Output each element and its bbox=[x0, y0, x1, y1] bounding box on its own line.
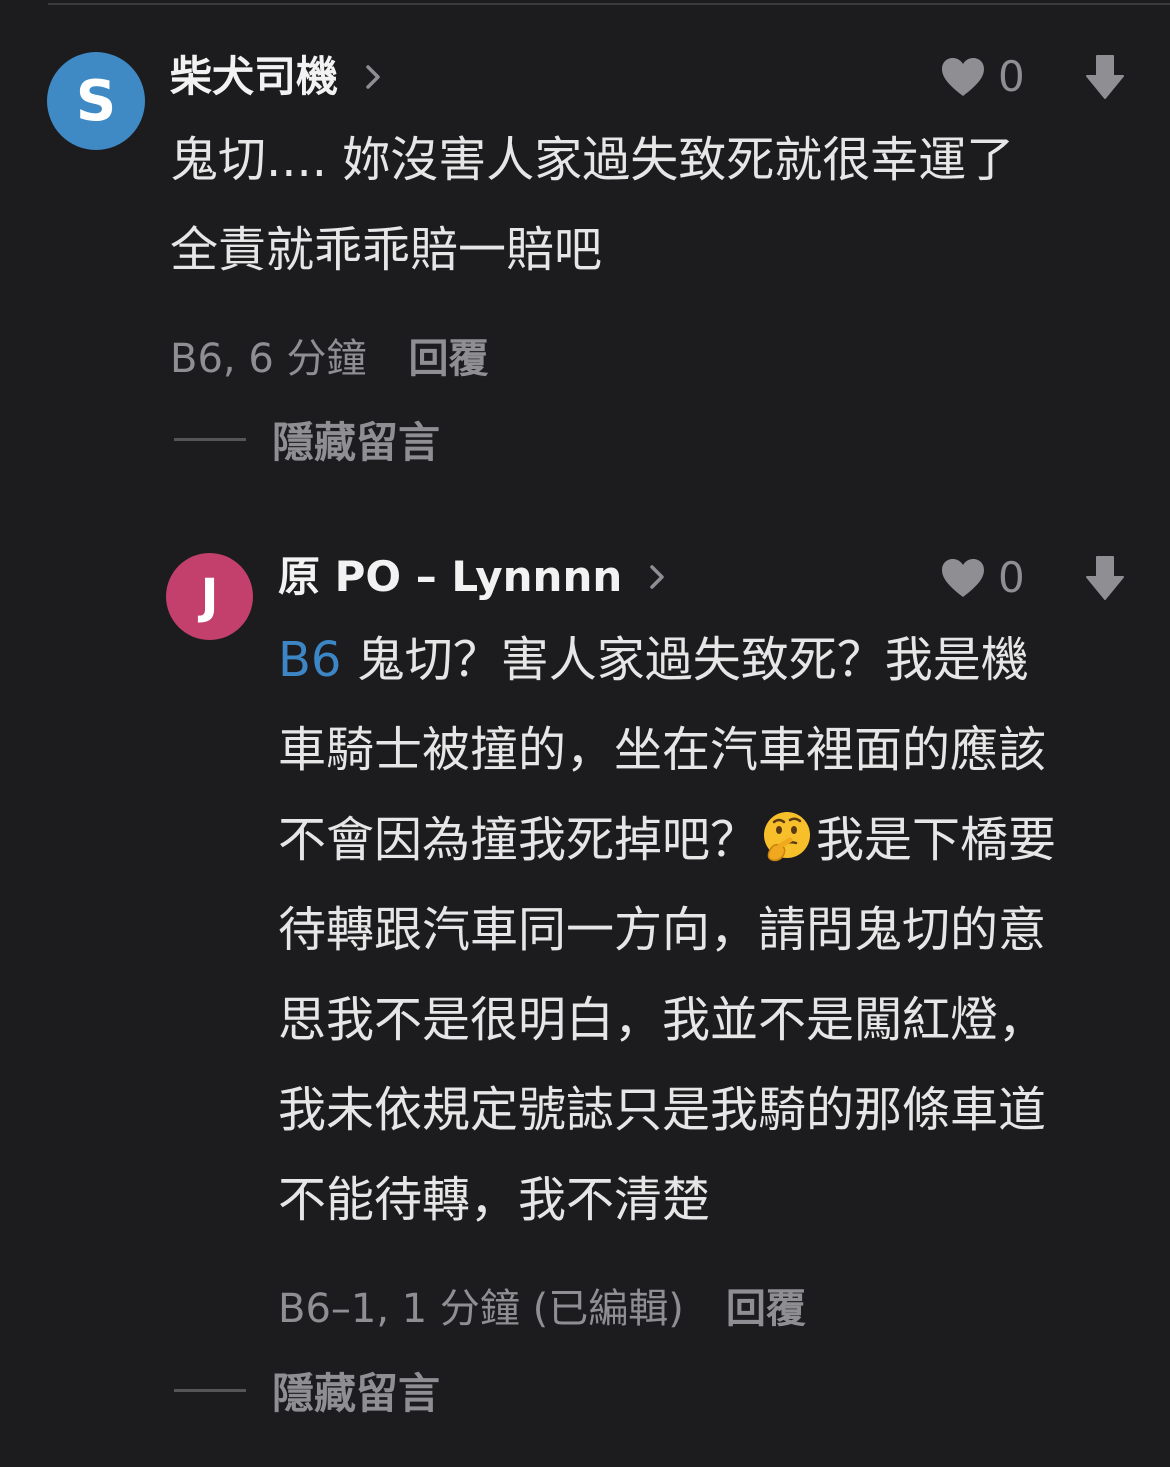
comment-content: B6 鬼切？害人家過失致死？我是機 車騎士被撞的，坐在汽車裡面的應該 不會因為撞… bbox=[278, 615, 1056, 1245]
hide-divider bbox=[174, 1388, 246, 1392]
hide-comment-label[interactable]: 隱藏留言 bbox=[272, 1360, 440, 1421]
username[interactable]: 柴犬司機 bbox=[170, 56, 338, 98]
comment-actions: 0 bbox=[940, 54, 1125, 100]
top-divider bbox=[48, 3, 1170, 5]
content-line: 我未依規定號誌只是我騎的那條車道 bbox=[278, 1082, 1047, 1138]
hide-comment-label[interactable]: 隱藏留言 bbox=[272, 409, 440, 470]
username[interactable]: 原 PO – Lynnnn bbox=[278, 556, 622, 598]
content-line: 不能待轉，我不清楚 bbox=[278, 1172, 711, 1228]
avatar[interactable]: S bbox=[47, 52, 145, 150]
hide-divider bbox=[174, 437, 246, 441]
reply-button[interactable]: 回覆 bbox=[408, 326, 488, 384]
content-text: 我是下橋要 bbox=[816, 812, 1057, 868]
like-count: 0 bbox=[998, 553, 1025, 602]
heart-icon[interactable] bbox=[940, 557, 986, 599]
comment-actions: 0 bbox=[940, 555, 1125, 601]
downvote-arrow-icon[interactable] bbox=[1085, 555, 1125, 601]
content-line: 待轉跟汽車同一方向，請問鬼切的意 bbox=[278, 902, 1047, 958]
content-line: 不會因為撞我死掉吧？ 我是下橋要 bbox=[278, 795, 1056, 885]
content-line: 鬼切.... 妳沒害人家過失致死就很幸運了 bbox=[170, 132, 1015, 188]
avatar-letter: J bbox=[200, 568, 219, 625]
username-row[interactable]: 柴犬司機 bbox=[170, 55, 380, 99]
comment-meta: B6–1, 1 分鐘 (已編輯) 回覆 bbox=[278, 1280, 806, 1332]
content-text: 不會因為撞我死掉吧？ bbox=[278, 812, 759, 868]
username-row[interactable]: 原 PO – Lynnnn bbox=[278, 555, 664, 599]
avatar[interactable]: J bbox=[166, 553, 253, 640]
chevron-right-icon[interactable] bbox=[366, 65, 380, 89]
thinking-face-icon bbox=[764, 812, 811, 862]
content-line: 車騎士被撞的，坐在汽車裡面的應該 bbox=[278, 722, 1047, 778]
content-text: 鬼切？害人家過失致死？我是機 bbox=[356, 632, 1029, 688]
like-button[interactable]: 0 bbox=[940, 557, 1025, 599]
chevron-right-icon[interactable] bbox=[650, 565, 664, 589]
content-line: 全責就乖乖賠一賠吧 bbox=[170, 222, 603, 278]
hide-comment-toggle[interactable]: 隱藏留言 bbox=[174, 414, 440, 467]
comment-meta: B6, 6 分鐘 回覆 bbox=[170, 330, 488, 382]
hide-comment-toggle[interactable]: 隱藏留言 bbox=[174, 1365, 440, 1418]
like-button[interactable]: 0 bbox=[940, 56, 1025, 98]
comment-content: 鬼切.... 妳沒害人家過失致死就很幸運了 全責就乖乖賠一賠吧 bbox=[170, 115, 1014, 295]
downvote-arrow-icon[interactable] bbox=[1085, 54, 1125, 100]
reply-button[interactable]: 回覆 bbox=[726, 1276, 806, 1334]
floor-mention-link[interactable]: B6 bbox=[278, 632, 341, 688]
avatar-letter: S bbox=[75, 68, 117, 134]
floor-and-time: B6–1, 1 分鐘 (已編輯) bbox=[278, 1286, 684, 1332]
like-count: 0 bbox=[998, 52, 1025, 101]
content-line: 思我不是很明白，我並不是闖紅燈， bbox=[278, 992, 1047, 1048]
heart-icon[interactable] bbox=[940, 56, 986, 98]
content-line: B6 鬼切？害人家過失致死？我是機 bbox=[278, 615, 1056, 705]
floor-and-time: B6, 6 分鐘 bbox=[170, 336, 367, 382]
